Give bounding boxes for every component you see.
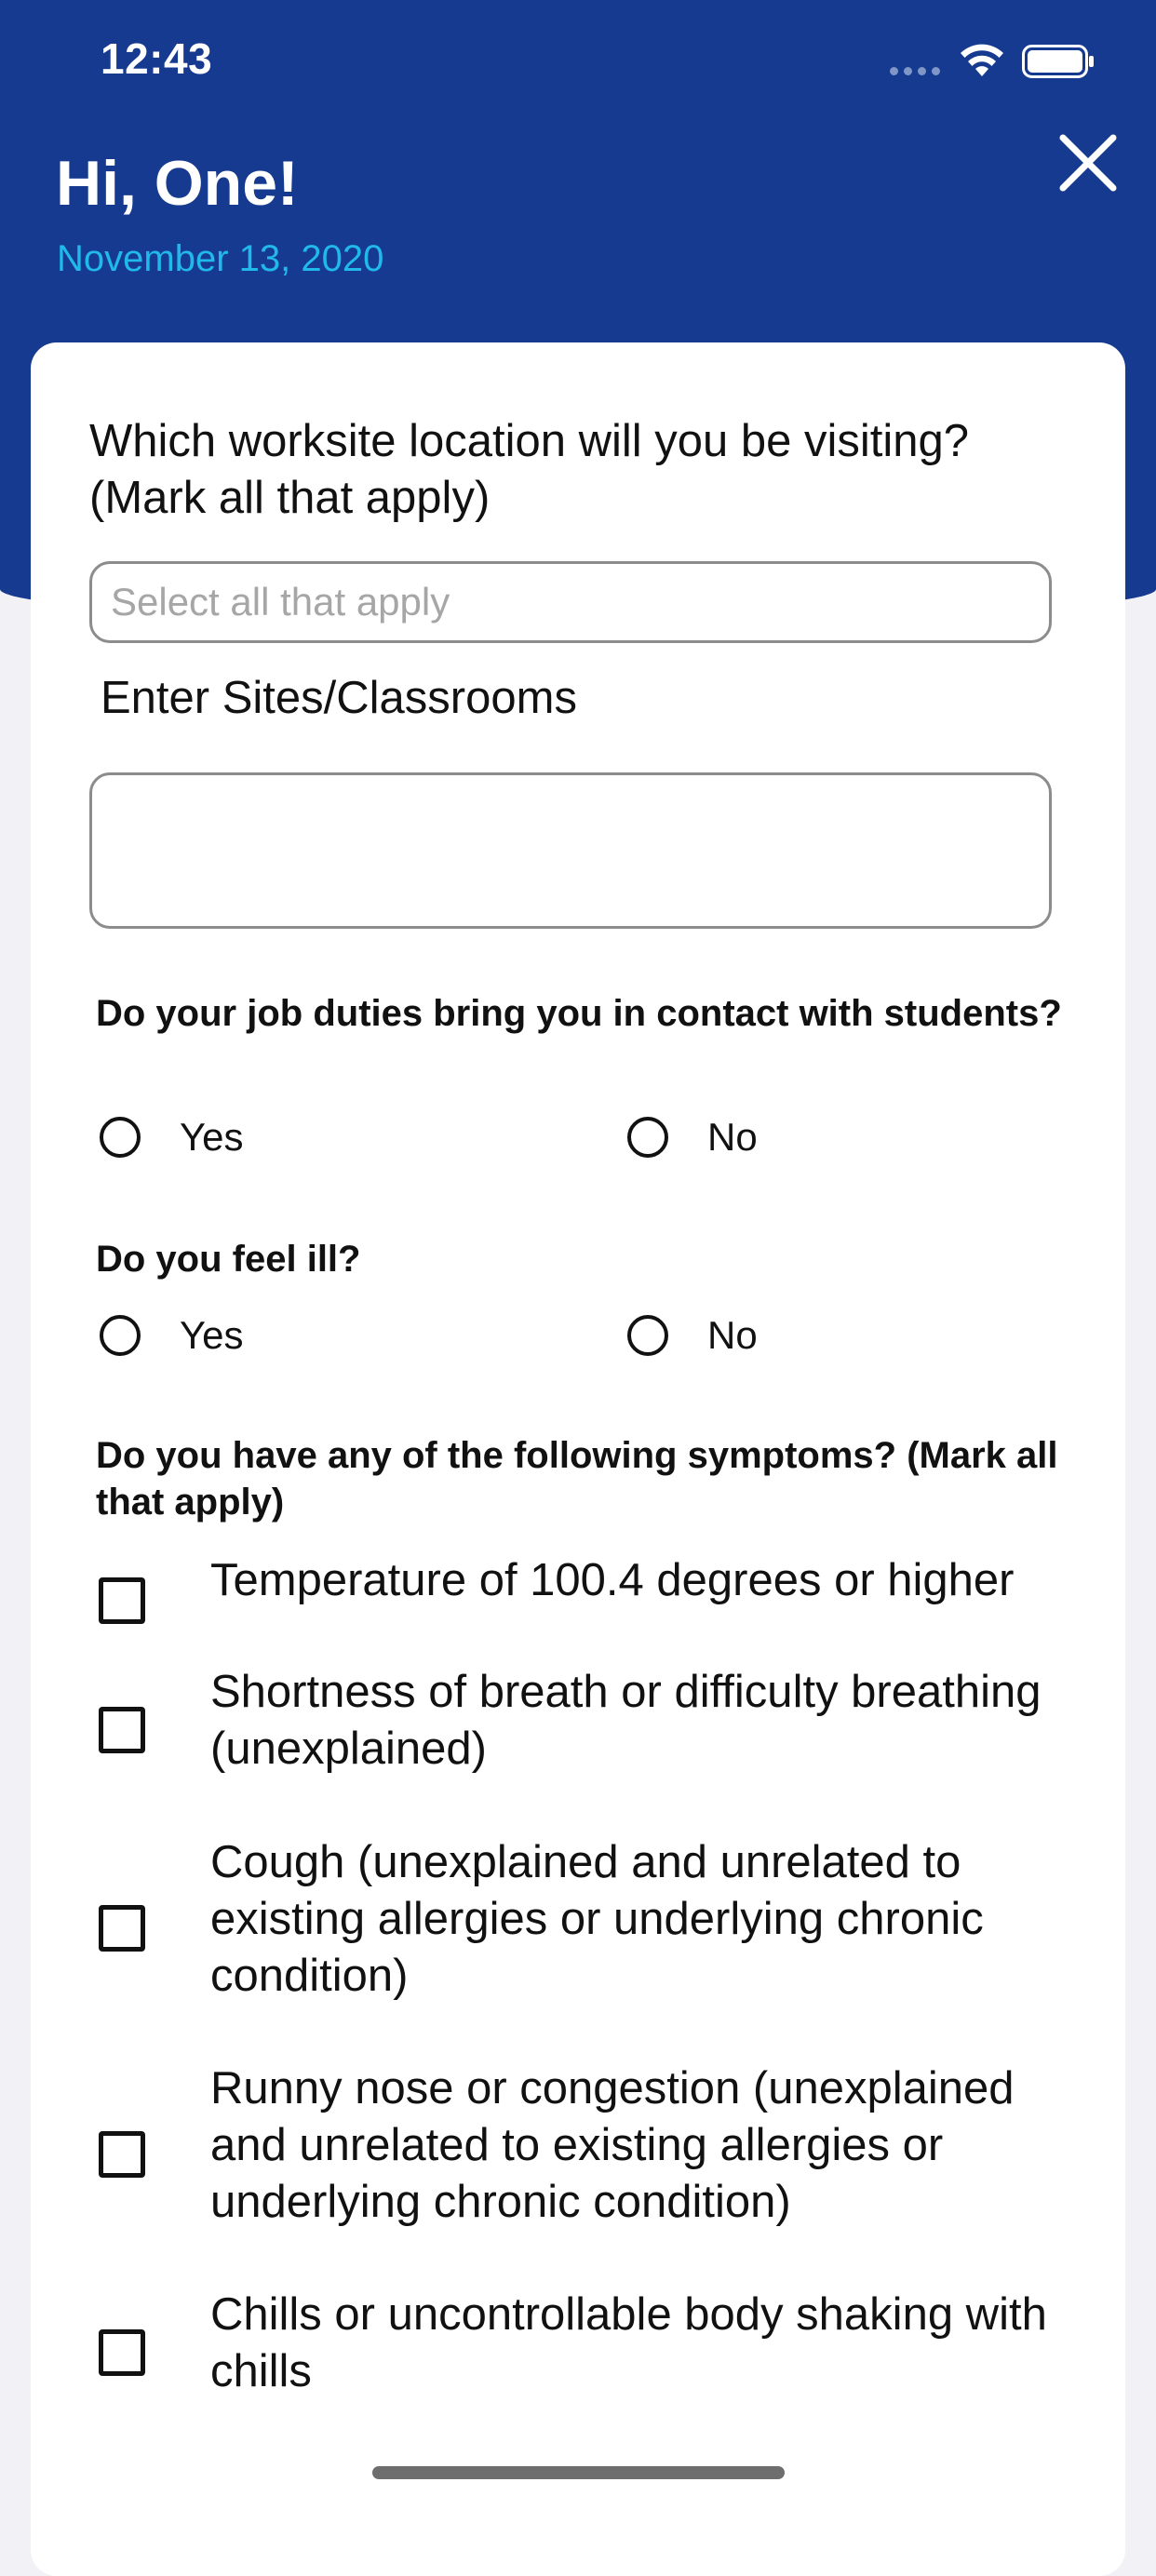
contact-question: Do your job duties bring you in contact …: [96, 993, 1062, 1034]
worksite-select[interactable]: Select all that apply: [89, 561, 1052, 643]
close-icon[interactable]: [1054, 128, 1122, 197]
symptom-label: Chills or uncontrollable body shaking wi…: [210, 2289, 1047, 2396]
radio-label: Yes: [180, 1313, 244, 1357]
home-indicator: [372, 2466, 785, 2479]
checkbox: [99, 1577, 145, 1624]
symptom-label: Runny nose or congestion (unexplained an…: [210, 2063, 1015, 2227]
greeting-title: Hi, One!: [56, 148, 299, 219]
current-date: November 13, 2020: [57, 238, 384, 279]
radio-circle: [100, 1315, 141, 1356]
battery-icon: [1022, 45, 1094, 78]
symptom-label: Cough (unexplained and unrelated to exis…: [210, 1837, 984, 2001]
sites-input[interactable]: [89, 772, 1052, 929]
checkbox: [99, 2131, 145, 2178]
status-bar: 12:43: [0, 0, 1156, 123]
ill-question: Do you feel ill?: [96, 1239, 361, 1280]
radio-circle: [100, 1117, 141, 1158]
ill-yes-radio[interactable]: Yes: [100, 1313, 244, 1358]
checkbox: [99, 1707, 145, 1753]
symptom-label: Temperature of 100.4 degrees or higher: [210, 1555, 1015, 1605]
radio-label: No: [707, 1313, 758, 1357]
worksite-question: Which worksite location will you be visi…: [89, 416, 969, 523]
ill-no-radio[interactable]: No: [627, 1313, 758, 1358]
screening-form-card: Which worksite location will you be visi…: [31, 342, 1125, 2576]
radio-label: No: [707, 1115, 758, 1159]
symptoms-question: Do you have any of the following symptom…: [96, 1435, 1058, 1523]
symptom-label: Shortness of breath or difficulty breath…: [210, 1667, 1042, 1774]
radio-circle: [627, 1315, 668, 1356]
contact-no-radio[interactable]: No: [627, 1115, 758, 1160]
checkbox: [99, 1905, 145, 1952]
radio-circle: [627, 1117, 668, 1158]
contact-yes-radio[interactable]: Yes: [100, 1115, 244, 1160]
wifi-icon: [961, 44, 1003, 76]
radio-label: Yes: [180, 1115, 244, 1159]
checkbox: [99, 2329, 145, 2376]
cellular-signal-icon: [890, 67, 940, 75]
sites-label: Enter Sites/Classrooms: [101, 673, 577, 723]
status-time: 12:43: [101, 34, 213, 83]
